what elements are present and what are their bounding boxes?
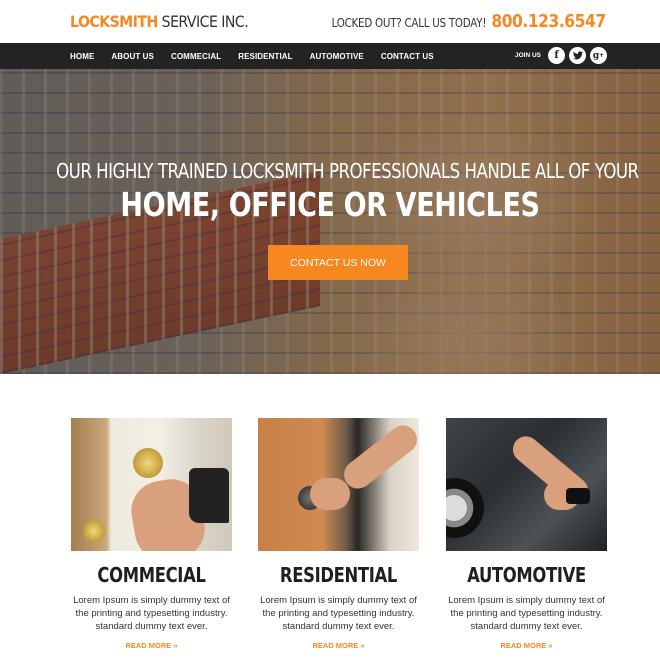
read-more-link[interactable]: READ MORE » [500, 641, 552, 650]
logo[interactable]: LOCKSMITH SERVICE INC. [70, 12, 249, 31]
nav-item-residential[interactable]: RESIDENTIAL [238, 52, 292, 61]
service-description: Lorem Ipsum is simply dummy text of the … [260, 595, 417, 632]
service-title: COMMECIAL [97, 563, 206, 587]
nav-item-contact-us[interactable]: CONTACT US [381, 52, 434, 61]
read-more-link[interactable]: READ MORE » [312, 641, 364, 650]
service-card-residential: RESIDENTIAL Lorem Ipsum is simply dummy … [258, 418, 419, 653]
door-knob-shape [83, 520, 105, 542]
google-plus-icon[interactable]: g + [590, 47, 607, 64]
callout-text: LOCKED OUT? CALL US TODAY! [331, 16, 487, 30]
arm-shape [338, 419, 419, 495]
nav-item-commercial[interactable]: COMMECIAL [171, 52, 221, 61]
social-links: JOIN US f g + [515, 47, 607, 64]
hero-banner: OUR HIGHLY TRAINED LOCKSMITH PROFESSIONA… [0, 69, 660, 374]
hand-shape [310, 478, 350, 510]
contact-us-now-button[interactable]: CONTACT US NOW [268, 245, 408, 280]
hero-content: OUR HIGHLY TRAINED LOCKSMITH PROFESSIONA… [0, 69, 660, 374]
service-image-automotive [446, 418, 607, 551]
logo-accent-text: LOCKSMITH [70, 12, 158, 31]
service-title: RESIDENTIAL [279, 563, 398, 587]
service-image-residential [258, 418, 419, 551]
service-description: Lorem Ipsum is simply dummy text of the … [73, 595, 230, 632]
pick-gun-shape [189, 468, 229, 523]
nav-item-automotive[interactable]: AUTOMOTIVE [310, 52, 364, 61]
facebook-icon[interactable]: f [548, 47, 565, 64]
hero-subtitle: OUR HIGHLY TRAINED LOCKSMITH PROFESSIONA… [56, 159, 639, 183]
nav-list: HOME ABOUT US COMMECIAL RESIDENTIAL AUTO… [70, 43, 451, 69]
main-nav: HOME ABOUT US COMMECIAL RESIDENTIAL AUTO… [0, 43, 660, 69]
nav-item-about-us[interactable]: ABOUT US [111, 52, 154, 61]
phone-number[interactable]: 800.123.6547 [492, 11, 607, 32]
nav-item-home[interactable]: HOME [70, 52, 94, 61]
twitter-icon[interactable] [569, 47, 586, 64]
service-card-automotive: AUTOMOTIVE Lorem Ipsum is simply dummy t… [446, 418, 607, 653]
door-handle-shape [566, 488, 590, 504]
service-title: AUTOMOTIVE [467, 563, 586, 587]
service-image-commercial [71, 418, 232, 551]
wheel-shape [446, 478, 484, 538]
join-us-label: JOIN US [514, 52, 541, 59]
deadbolt-shape [133, 448, 163, 478]
read-more-link[interactable]: READ MORE » [125, 641, 177, 650]
hero-title: HOME, OFFICE OR VEHICLES [120, 185, 540, 224]
call-callout: LOCKED OUT? CALL US TODAY! 800.123.6547 [332, 11, 606, 32]
service-description: Lorem Ipsum is simply dummy text of the … [448, 595, 605, 632]
logo-rest-text: SERVICE INC. [157, 12, 249, 31]
site-header: LOCKSMITH SERVICE INC. LOCKED OUT? CALL … [0, 0, 660, 43]
service-card-commercial: COMMECIAL Lorem Ipsum is simply dummy te… [71, 418, 232, 653]
